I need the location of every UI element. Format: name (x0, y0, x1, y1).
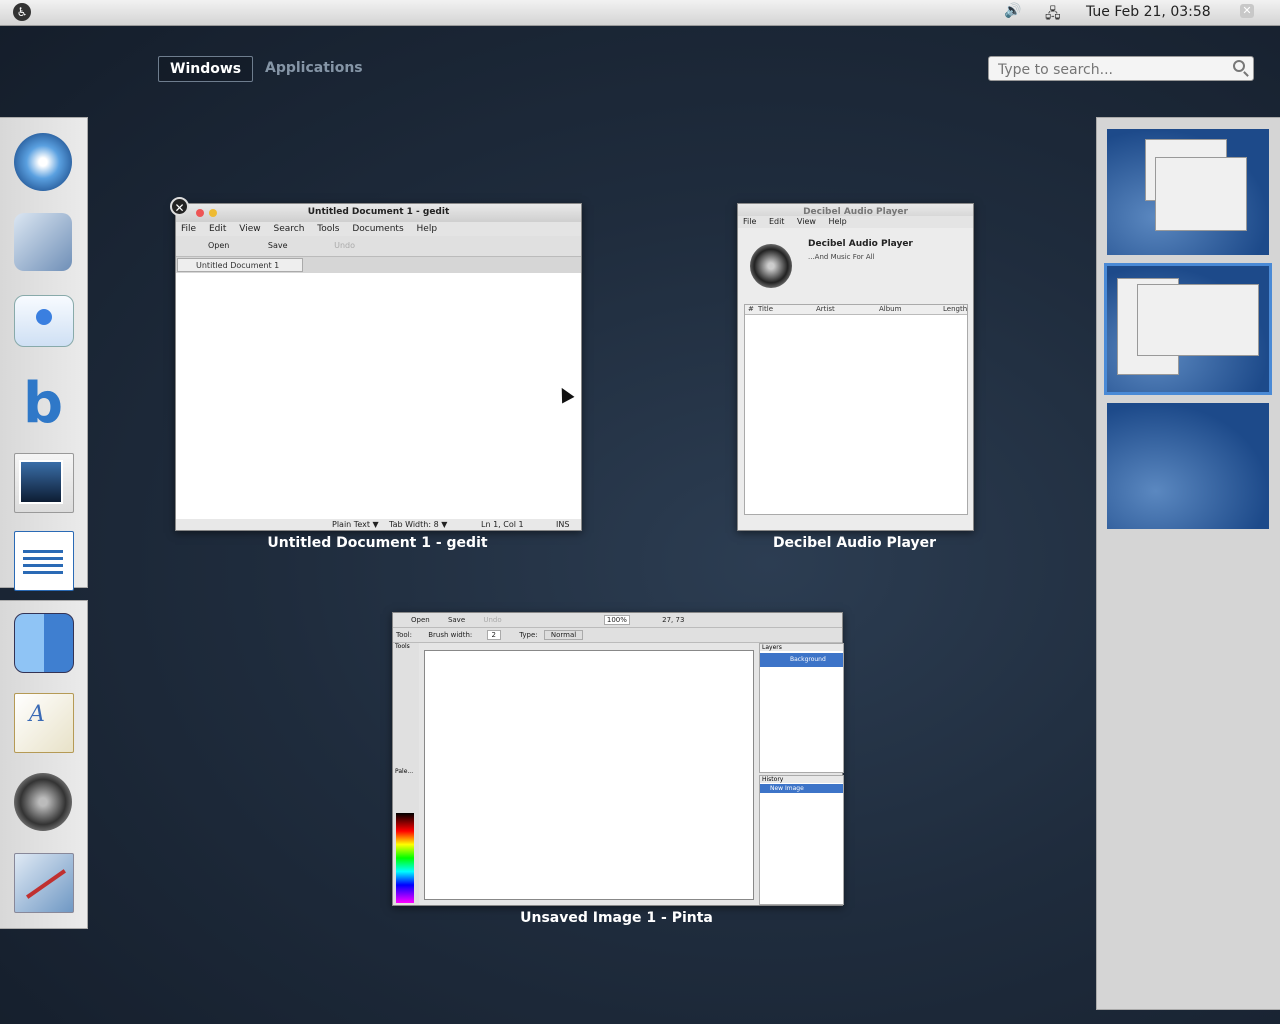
accessibility-icon[interactable]: ♿ (13, 3, 31, 21)
speaker-icon[interactable] (14, 773, 72, 831)
workspace-thumbnail-2[interactable] (1107, 266, 1269, 392)
status-bar: Plain Text ▼ Tab Width: 8 ▼ Ln 1, Col 1 … (176, 519, 581, 530)
history-label: History (760, 776, 843, 783)
close-window-icon[interactable]: ✕ (170, 197, 189, 216)
column-header[interactable]: # (748, 305, 754, 314)
window-gedit[interactable]: Untitled Document 1 - gedit File Edit Vi… (175, 203, 582, 531)
workspace-window-preview (1137, 284, 1259, 356)
window-decibel[interactable]: Decibel Audio Player File Edit View Help… (737, 203, 974, 531)
document-tab[interactable]: Untitled Document 1 (177, 258, 303, 272)
playlist[interactable]: # Title Artist Album Length (744, 304, 968, 515)
type-select[interactable]: Normal (543, 630, 584, 640)
toolbar: Open Save Undo (176, 236, 581, 257)
finder-face-icon[interactable] (14, 613, 74, 673)
window-caption: Untitled Document 1 - gedit (267, 535, 488, 551)
brush-width-label: Brush width: (428, 631, 473, 639)
column-header[interactable]: Title (758, 305, 773, 314)
search-icon (1233, 60, 1245, 72)
tab-width-selector[interactable]: Tab Width: 8 ▼ (389, 519, 447, 530)
save-button[interactable]: Save (448, 616, 465, 624)
textedit-icon[interactable]: A (14, 693, 74, 753)
open-button[interactable]: Open (208, 241, 229, 250)
tab-windows[interactable]: Windows (158, 56, 254, 82)
save-button[interactable]: Save (268, 241, 288, 250)
color-palette[interactable] (396, 813, 414, 903)
menu-item[interactable]: Help (829, 217, 847, 226)
menu-item[interactable]: Edit (209, 224, 226, 234)
dash: b A (0, 117, 88, 929)
menu-item[interactable]: Edit (769, 217, 785, 226)
window-caption: Unsaved Image 1 - Pinta (520, 910, 713, 926)
layer-item[interactable]: Background (760, 653, 843, 667)
beatbox-music-icon[interactable]: b (14, 375, 72, 433)
undo-button[interactable]: Undo (483, 616, 501, 624)
menu-item[interactable]: File (743, 217, 756, 226)
column-header[interactable]: Artist (816, 305, 835, 314)
open-button[interactable]: Open (411, 616, 430, 624)
menu-item[interactable]: Search (273, 224, 304, 234)
undo-button[interactable]: Undo (334, 241, 355, 250)
tools-label: Tools (395, 643, 410, 650)
menu-bar: File Edit View Help (738, 216, 973, 228)
menu-item[interactable]: Tools (317, 224, 339, 234)
tab-applications[interactable]: Applications (254, 56, 374, 80)
tab-strip: Untitled Document 1 (176, 257, 581, 273)
search-box (988, 56, 1254, 82)
search-input[interactable] (989, 57, 1220, 82)
cursor-position: Ln 1, Col 1 (481, 520, 524, 529)
close-dot-icon (196, 209, 204, 217)
safari-compass-icon[interactable] (14, 133, 72, 191)
window-title: Untitled Document 1 - gedit (176, 204, 581, 222)
mail-eagle-icon[interactable] (14, 213, 72, 271)
menu-bar: File Edit View Search Tools Documents He… (176, 222, 581, 236)
volume-icon[interactable]: 🔊 (1004, 3, 1021, 19)
writer-document-icon[interactable] (14, 531, 74, 591)
playlist-header: # Title Artist Album Length (745, 305, 967, 315)
window-caption: Decibel Audio Player (772, 535, 937, 551)
type-label: Type: (519, 631, 538, 639)
menu-item[interactable]: View (797, 217, 816, 226)
network-icon[interactable]: 🖧 (1045, 3, 1061, 27)
close-icon[interactable]: ✕ (1240, 4, 1254, 18)
tool-options-bar: Tool: Brush width: 2 Type: Normal (393, 628, 842, 643)
layers-panel: Layers Background (759, 643, 844, 773)
speaker-icon (750, 244, 792, 288)
player-subheading: ...And Music For All (808, 253, 875, 261)
paint-icon[interactable] (14, 853, 74, 913)
language-selector[interactable]: Plain Text ▼ (332, 519, 379, 530)
workspace-switcher (1096, 117, 1280, 1010)
palette-label: Pale... (395, 768, 414, 775)
menu-item[interactable]: View (239, 224, 260, 234)
top-panel: ♿ 🔊 🖧 Tue Feb 21, 03:58 ✕ (0, 0, 1280, 26)
column-header[interactable]: Length (943, 305, 967, 314)
insert-mode: INS (556, 520, 570, 529)
clock[interactable]: Tue Feb 21, 03:58 (1086, 4, 1211, 20)
workspace-window-preview (1155, 157, 1247, 231)
workspace-thumbnail-1[interactable] (1107, 129, 1269, 255)
column-header[interactable]: Album (879, 305, 901, 314)
workspace-thumbnail-3[interactable] (1107, 403, 1269, 529)
tools-panel: Tools Pale... (393, 643, 419, 905)
chat-bubble-icon[interactable] (14, 295, 74, 347)
menu-item[interactable]: Help (417, 224, 438, 234)
layers-label: Layers (760, 644, 843, 651)
history-panel: History New Image (759, 775, 844, 905)
minimize-dot-icon (209, 209, 217, 217)
menu-item[interactable]: File (181, 224, 196, 234)
history-item[interactable]: New Image (760, 784, 843, 793)
photos-icon[interactable] (14, 453, 74, 513)
window-pinta[interactable]: Open Save Undo 100% 27, 73 Tool: Brush w… (392, 612, 844, 906)
toolbar: Open Save Undo 100% 27, 73 (393, 613, 842, 628)
tool-label: Tool: (396, 631, 412, 639)
zoom-select[interactable]: 100% (603, 615, 630, 625)
menu-item[interactable]: Documents (352, 224, 403, 234)
canvas[interactable] (424, 650, 754, 900)
brush-width-input[interactable]: 2 (486, 630, 501, 640)
player-heading: Decibel Audio Player (808, 239, 913, 249)
cursor-coordinates: 27, 73 (662, 616, 685, 624)
